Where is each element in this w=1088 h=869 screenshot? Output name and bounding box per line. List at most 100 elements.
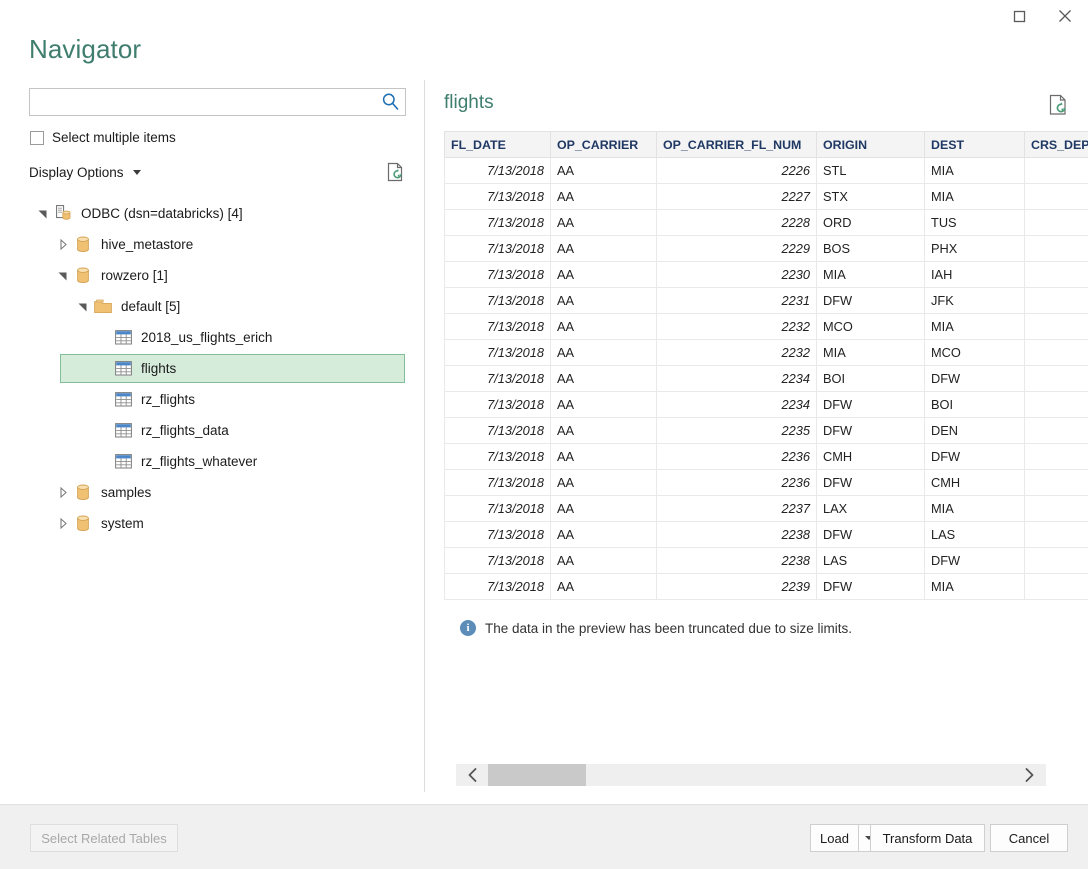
tree-item-content: rowzero [1] xyxy=(0,260,410,291)
tree-item-label: rz_flights_whatever xyxy=(141,454,257,469)
table-cell: BOI xyxy=(925,392,1025,418)
table-row[interactable]: 7/13/2018AA2226STLMIA xyxy=(445,158,1088,184)
collapse-arrow-icon[interactable] xyxy=(54,260,72,291)
column-header[interactable]: CRS_DEP_ xyxy=(1025,132,1088,158)
tree-item-label: rz_flights xyxy=(141,392,195,407)
table-row[interactable]: 7/13/2018AA2236DFWCMH xyxy=(445,470,1088,496)
table-row[interactable]: 7/13/2018AA2229BOSPHX xyxy=(445,236,1088,262)
select-related-tables-button[interactable]: Select Related Tables xyxy=(30,824,178,852)
collapse-arrow-icon[interactable] xyxy=(74,291,92,322)
tree-item-flights[interactable]: flights xyxy=(0,353,410,384)
select-multiple-items-checkbox[interactable] xyxy=(30,131,44,145)
table-row[interactable]: 7/13/2018AA2232MIAMCO xyxy=(445,340,1088,366)
table-cell: PHX xyxy=(925,236,1025,262)
search-input[interactable] xyxy=(29,88,406,116)
page-title: Navigator xyxy=(29,34,141,65)
tree-item-rz-flights[interactable]: rz_flights xyxy=(0,384,410,415)
tree-item-odbc-dsn-databricks-4[interactable]: ODBC (dsn=databricks) [4] xyxy=(0,198,410,229)
table-row[interactable]: 7/13/2018AA2235DFWDEN xyxy=(445,418,1088,444)
table-cell xyxy=(1025,288,1088,314)
select-multiple-items-row[interactable]: Select multiple items xyxy=(30,130,176,145)
transform-data-button[interactable]: Transform Data xyxy=(870,824,985,852)
table-cell: LAX xyxy=(817,496,925,522)
tree-item-default-5[interactable]: default [5] xyxy=(0,291,410,322)
table-row[interactable]: 7/13/2018AA2234BOIDFW xyxy=(445,366,1088,392)
table-row[interactable]: 7/13/2018AA2228ORDTUS xyxy=(445,210,1088,236)
table-cell: JFK xyxy=(925,288,1025,314)
table-cell: MIA xyxy=(817,340,925,366)
table-cell: 7/13/2018 xyxy=(445,574,551,600)
display-options-label[interactable]: Display Options xyxy=(29,165,124,180)
table-row[interactable]: 7/13/2018AA2231DFWJFK xyxy=(445,288,1088,314)
object-tree: ODBC (dsn=databricks) [4]hive_metastorer… xyxy=(0,198,410,539)
table-row[interactable]: 7/13/2018AA2238LASDFW xyxy=(445,548,1088,574)
table-cell: BOS xyxy=(817,236,925,262)
table-row[interactable]: 7/13/2018AA2238DFWLAS xyxy=(445,522,1088,548)
tree-item-content: samples xyxy=(0,477,410,508)
table-cell: 2236 xyxy=(657,444,817,470)
table-row[interactable]: 7/13/2018AA2237LAXMIA xyxy=(445,496,1088,522)
table-cell: AA xyxy=(551,470,657,496)
table-cell: 7/13/2018 xyxy=(445,366,551,392)
table-cell: AA xyxy=(551,210,657,236)
expand-arrow-icon[interactable] xyxy=(54,508,72,539)
tree-item-label: samples xyxy=(101,485,151,500)
scroll-left-icon[interactable] xyxy=(462,764,484,786)
table-cell: AA xyxy=(551,392,657,418)
horizontal-scrollbar[interactable] xyxy=(456,764,1046,786)
scroll-right-icon[interactable] xyxy=(1018,764,1040,786)
table-row[interactable]: 7/13/2018AA2239DFWMIA xyxy=(445,574,1088,600)
table-cell xyxy=(1025,340,1088,366)
expand-arrow-icon[interactable] xyxy=(54,477,72,508)
tree-item-rz-flights-data[interactable]: rz_flights_data xyxy=(0,415,410,446)
tree-item-content: hive_metastore xyxy=(0,229,410,260)
table-cell: AA xyxy=(551,574,657,600)
table-icon xyxy=(112,392,134,407)
tree-item-2018-us-flights-erich[interactable]: 2018_us_flights_erich xyxy=(0,322,410,353)
expand-arrow-icon[interactable] xyxy=(54,229,72,260)
tree-item-rowzero-1[interactable]: rowzero [1] xyxy=(0,260,410,291)
tree-item-rz-flights-whatever[interactable]: rz_flights_whatever xyxy=(0,446,410,477)
table-cell: 2236 xyxy=(657,470,817,496)
table-row[interactable]: 7/13/2018AA2234DFWBOI xyxy=(445,392,1088,418)
preview-title: flights xyxy=(444,92,494,114)
folder-icon xyxy=(92,299,114,314)
table-cell: DEN xyxy=(925,418,1025,444)
collapse-arrow-icon[interactable] xyxy=(34,198,52,229)
table-cell: AA xyxy=(551,288,657,314)
table-cell: ORD xyxy=(817,210,925,236)
refresh-preview-icon[interactable] xyxy=(1049,94,1070,121)
tree-item-samples[interactable]: samples xyxy=(0,477,410,508)
preview-grid-container[interactable]: FL_DATEOP_CARRIEROP_CARRIER_FL_NUMORIGIN… xyxy=(444,131,1088,607)
column-header[interactable]: OP_CARRIER_FL_NUM xyxy=(657,132,817,158)
table-row[interactable]: 7/13/2018AA2227STXMIA xyxy=(445,184,1088,210)
table-cell xyxy=(1025,158,1088,184)
column-header[interactable]: DEST xyxy=(925,132,1025,158)
cancel-button[interactable]: Cancel xyxy=(990,824,1068,852)
table-cell: DFW xyxy=(817,522,925,548)
info-icon: i xyxy=(460,620,476,636)
column-header[interactable]: ORIGIN xyxy=(817,132,925,158)
maximize-button[interactable] xyxy=(996,0,1042,32)
table-header-row: FL_DATEOP_CARRIEROP_CARRIER_FL_NUMORIGIN… xyxy=(445,132,1088,158)
search-icon[interactable] xyxy=(381,92,400,116)
tree-item-system[interactable]: system xyxy=(0,508,410,539)
chevron-down-icon[interactable] xyxy=(133,170,141,175)
table-cell: MIA xyxy=(925,158,1025,184)
tree-item-label: default [5] xyxy=(121,299,180,314)
table-row[interactable]: 7/13/2018AA2230MIAIAH xyxy=(445,262,1088,288)
twisty-spacer xyxy=(94,384,112,415)
column-header[interactable]: OP_CARRIER xyxy=(551,132,657,158)
tree-item-hive-metastore[interactable]: hive_metastore xyxy=(0,229,410,260)
table-row[interactable]: 7/13/2018AA2232MCOMIA xyxy=(445,314,1088,340)
twisty-spacer xyxy=(94,446,112,477)
refresh-tree-icon[interactable] xyxy=(387,162,406,187)
scrollbar-thumb[interactable] xyxy=(488,764,586,786)
column-header[interactable]: FL_DATE xyxy=(445,132,551,158)
table-cell: 2238 xyxy=(657,548,817,574)
close-button[interactable] xyxy=(1042,0,1088,32)
load-button[interactable]: Load xyxy=(810,824,858,852)
table-row[interactable]: 7/13/2018AA2236CMHDFW xyxy=(445,444,1088,470)
twisty-spacer xyxy=(94,415,112,446)
table-cell: LAS xyxy=(925,522,1025,548)
